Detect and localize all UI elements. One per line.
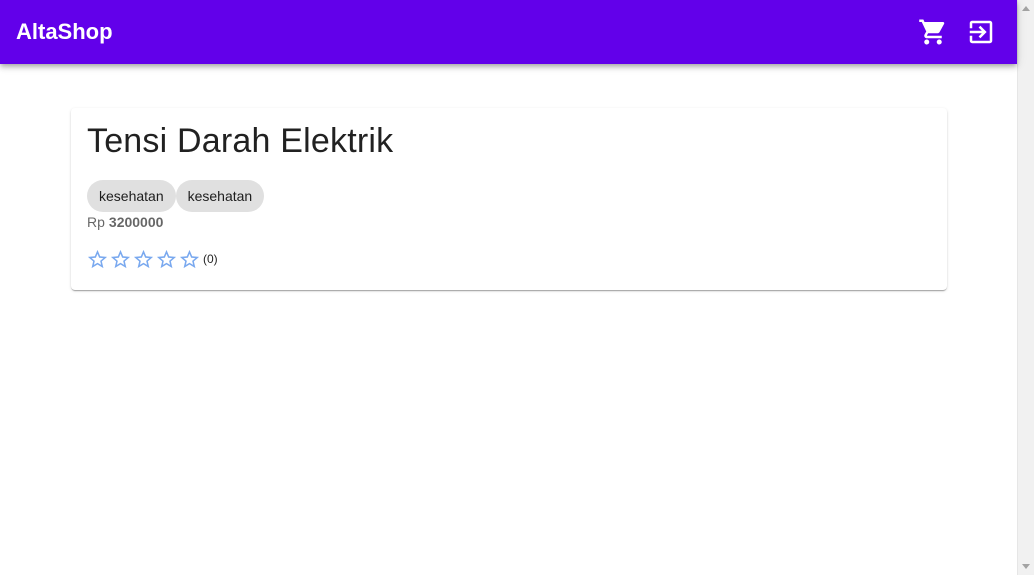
- star-outline-icon[interactable]: [178, 248, 201, 272]
- cart-icon: [919, 19, 945, 45]
- app-bar: AltaShop: [0, 0, 1017, 64]
- category-chips: kesehatan kesehatan: [87, 180, 265, 212]
- category-chip[interactable]: kesehatan: [175, 180, 265, 212]
- product-rating: (0): [86, 248, 218, 272]
- product-title: Tensi Darah Elektrik: [87, 122, 394, 160]
- product-price: Rp 3200000: [87, 214, 163, 230]
- login-button[interactable]: [961, 12, 1001, 52]
- price-currency: Rp: [87, 214, 105, 230]
- star-outline-icon[interactable]: [132, 248, 155, 272]
- page-scrollbar[interactable]: [1017, 0, 1034, 575]
- star-outline-icon[interactable]: [155, 248, 178, 272]
- app-title[interactable]: AltaShop: [16, 19, 113, 45]
- rating-count: (0): [203, 252, 218, 266]
- scroll-down-arrow-icon[interactable]: [1022, 564, 1030, 569]
- product-card: Tensi Darah Elektrik kesehatan kesehatan…: [71, 108, 947, 290]
- star-outline-icon[interactable]: [109, 248, 132, 272]
- scroll-up-arrow-icon[interactable]: [1022, 6, 1030, 11]
- cart-button[interactable]: [913, 12, 953, 52]
- category-chip[interactable]: kesehatan: [87, 180, 176, 212]
- login-icon: [969, 20, 993, 44]
- star-outline-icon[interactable]: [86, 248, 109, 272]
- price-value: 3200000: [108, 214, 164, 230]
